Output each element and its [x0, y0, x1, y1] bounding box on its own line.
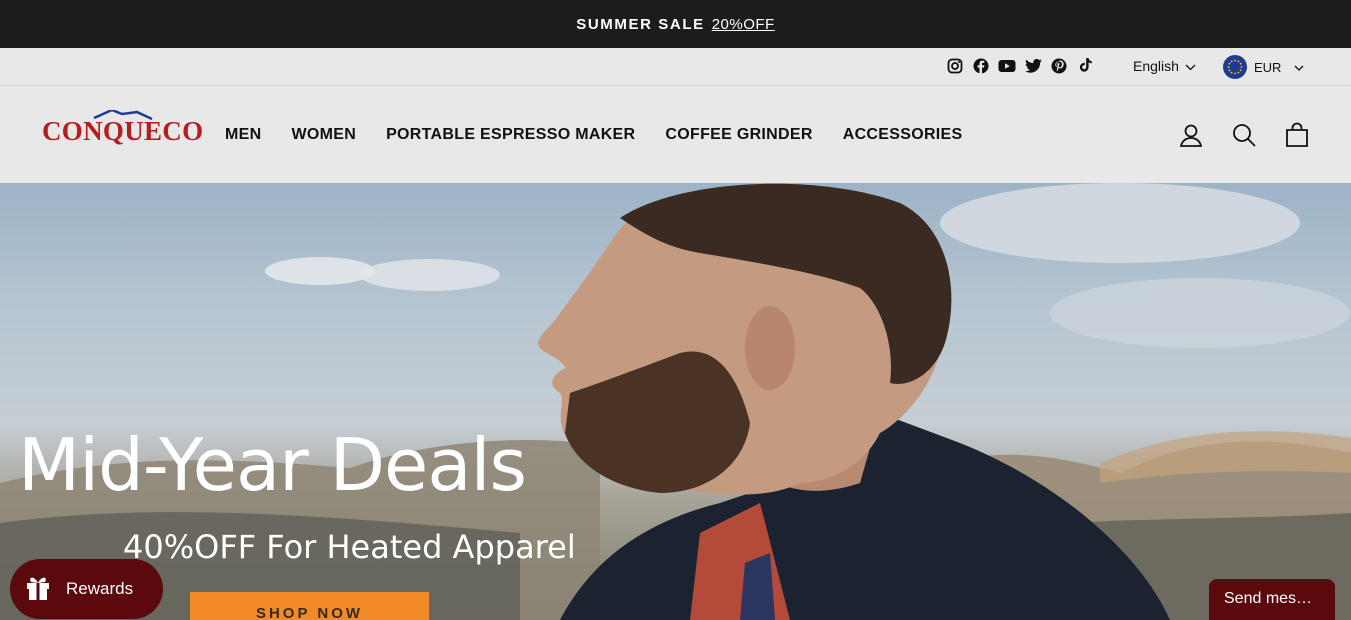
shop-now-button[interactable]: SHOP NOW [190, 592, 429, 620]
instagram-icon[interactable] [946, 57, 964, 75]
eu-flag-icon [1223, 55, 1247, 79]
pinterest-icon[interactable] [1050, 57, 1068, 75]
language-selector[interactable]: English [1133, 58, 1196, 74]
youtube-icon[interactable] [998, 57, 1016, 75]
announcement-link[interactable]: 20%OFF [712, 16, 775, 33]
main-nav: MEN WOMEN PORTABLE ESPRESSO MAKER COFFEE… [225, 126, 963, 144]
hero-subtitle: 40%OFF For Heated Apparel [123, 528, 576, 566]
facebook-icon[interactable] [972, 57, 990, 75]
nav-item-women[interactable]: WOMEN [291, 126, 356, 144]
announcement-bar: SUMMER SALE 20%OFF [0, 0, 1351, 48]
hero-banner: Mid-Year Deals 40%OFF For Heated Apparel… [0, 183, 1351, 620]
nav-item-men[interactable]: MEN [225, 126, 261, 144]
nav-item-coffee-grinder[interactable]: COFFEE GRINDER [665, 126, 812, 144]
gift-icon [24, 573, 52, 606]
chat-widget[interactable]: Send mes… [1209, 579, 1335, 620]
announcement-text: SUMMER SALE [576, 15, 705, 33]
rewards-launcher[interactable]: Rewards [10, 559, 163, 619]
header-actions [1178, 122, 1310, 148]
utility-bar: English EUR [0, 48, 1351, 86]
logo-mountain-icon [93, 110, 153, 121]
nav-item-accessories[interactable]: ACCESSORIES [843, 126, 963, 144]
chevron-down-icon [1294, 60, 1304, 75]
site-logo[interactable]: CONQUECO [42, 110, 203, 147]
tiktok-icon[interactable] [1076, 57, 1094, 75]
search-icon[interactable] [1231, 122, 1257, 148]
social-links [946, 57, 1094, 75]
rewards-label: Rewards [66, 579, 134, 598]
hero-title: Mid-Year Deals [18, 423, 527, 507]
currency-selector[interactable]: EUR [1223, 55, 1304, 79]
nav-item-portable-espresso-maker[interactable]: PORTABLE ESPRESSO MAKER [386, 126, 635, 144]
language-label: English [1133, 58, 1179, 74]
chevron-down-icon [1185, 58, 1196, 74]
twitter-icon[interactable] [1024, 57, 1042, 75]
site-header: CONQUECO MEN WOMEN PORTABLE ESPRESSO MAK… [0, 86, 1351, 183]
currency-label: EUR [1254, 59, 1282, 75]
chat-label: Send mes… [1224, 590, 1313, 607]
account-icon[interactable] [1178, 122, 1204, 148]
cart-icon[interactable] [1284, 122, 1310, 148]
